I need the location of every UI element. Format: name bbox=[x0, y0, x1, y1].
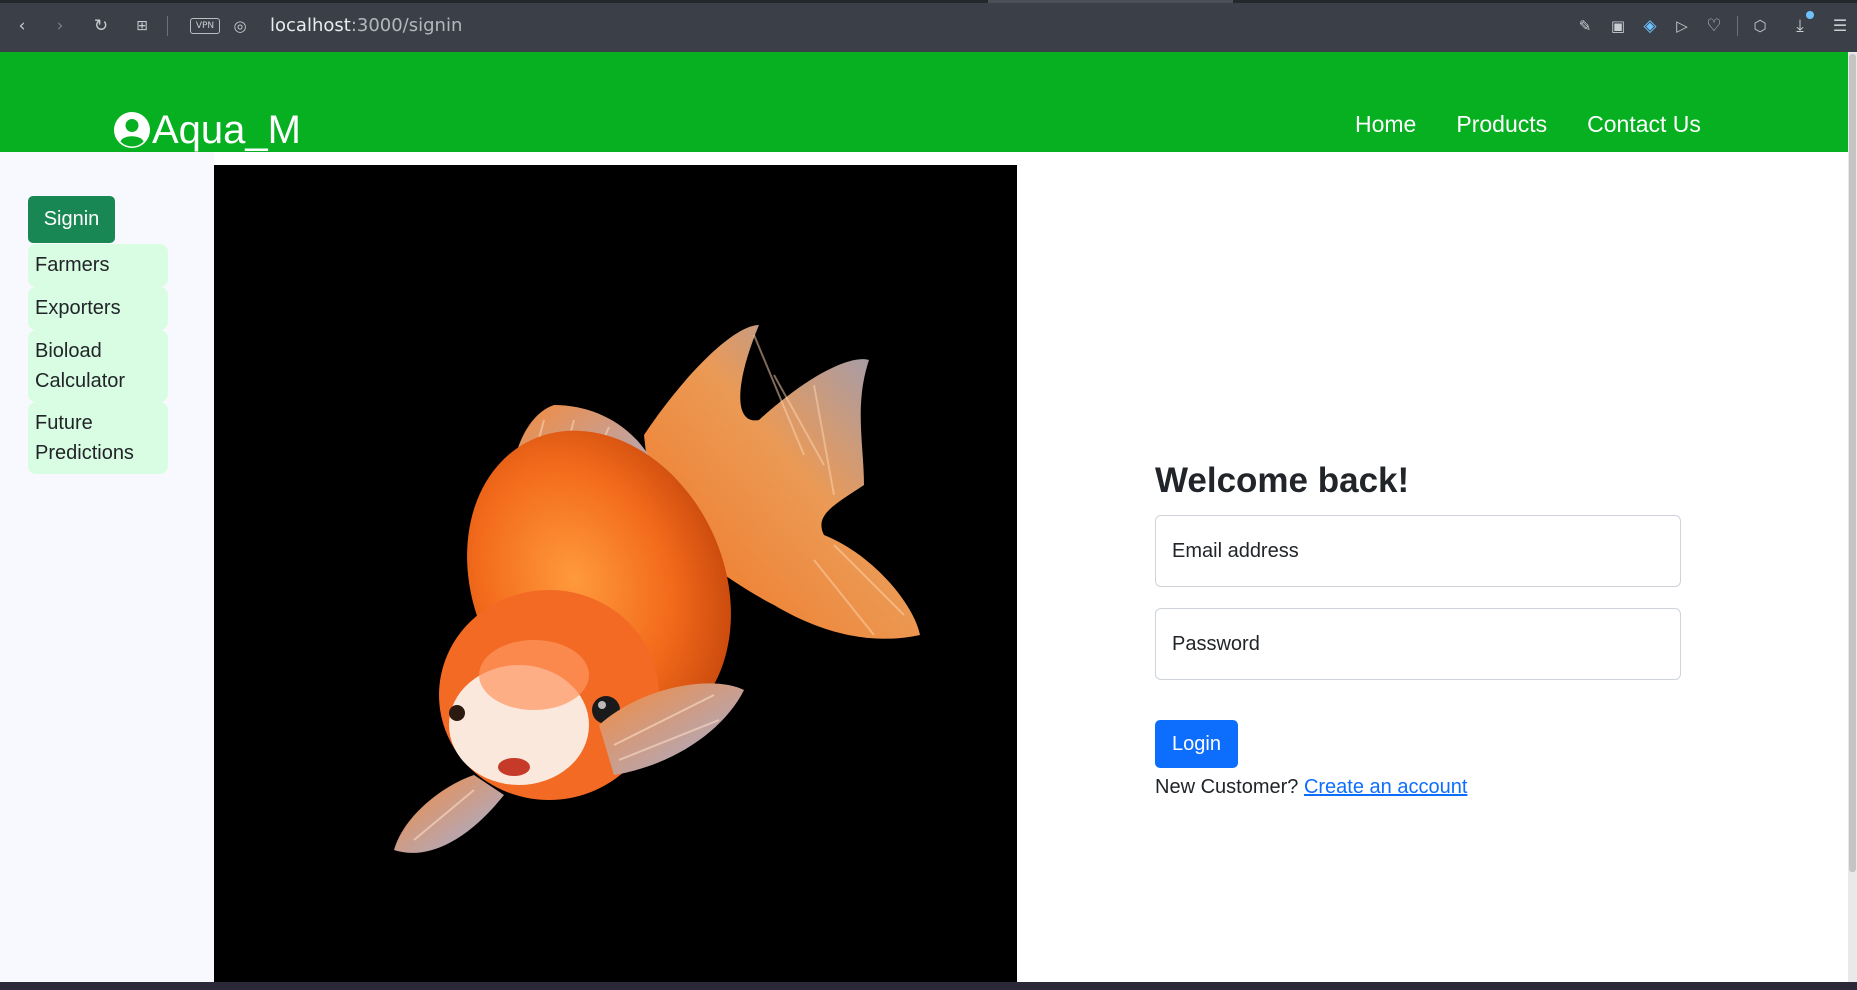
download-indicator-dot bbox=[1806, 11, 1814, 19]
url-host: localhost bbox=[270, 15, 351, 36]
nav-products[interactable]: Products bbox=[1456, 104, 1547, 144]
welcome-heading: Welcome back! bbox=[1155, 461, 1410, 500]
sidebar-item-farmers[interactable]: Farmers bbox=[28, 244, 168, 287]
back-icon[interactable]: ‹ bbox=[10, 14, 34, 38]
sidebar-signin-button[interactable]: Signin bbox=[28, 196, 115, 243]
camera-icon[interactable]: ▣ bbox=[1606, 14, 1630, 38]
page: Aqua_M Home Products Contact Us Signin F… bbox=[0, 52, 1848, 982]
new-customer-label: New Customer? bbox=[1155, 776, 1299, 798]
share-icon[interactable]: ✎ bbox=[1573, 14, 1597, 38]
toolbar-divider bbox=[1737, 16, 1738, 36]
navbar: Aqua_M Home Products Contact Us bbox=[0, 52, 1848, 152]
nav-links: Home Products Contact Us bbox=[1355, 104, 1741, 144]
toolbar-divider bbox=[167, 16, 168, 36]
globe-icon[interactable]: ◎ bbox=[228, 14, 252, 38]
password-field[interactable]: Password bbox=[1155, 608, 1681, 680]
brand[interactable]: Aqua_M bbox=[114, 100, 301, 160]
nav-contact-us[interactable]: Contact Us bbox=[1587, 104, 1701, 144]
address-bar[interactable]: localhost:3000/signin bbox=[270, 15, 462, 37]
goldfish-illustration bbox=[394, 325, 920, 853]
tabs-grid-icon[interactable]: ⊞ bbox=[130, 14, 154, 38]
sidebar-item-bioload-calculator[interactable]: Bioload Calculator bbox=[28, 330, 168, 402]
user-circle-icon bbox=[114, 112, 150, 148]
login-button[interactable]: Login bbox=[1155, 720, 1238, 768]
nav-home[interactable]: Home bbox=[1355, 104, 1416, 144]
brand-name: Aqua_M bbox=[152, 108, 301, 152]
send-icon[interactable]: ▷ bbox=[1670, 14, 1694, 38]
url-path: :3000/signin bbox=[350, 15, 463, 36]
active-tab-indicator[interactable] bbox=[988, 0, 1233, 3]
email-field[interactable]: Email address bbox=[1155, 515, 1681, 587]
shield-icon[interactable]: ◈ bbox=[1638, 14, 1662, 38]
create-account-link[interactable]: Create an account bbox=[1304, 776, 1467, 798]
sidebar-item-exporters[interactable]: Exporters bbox=[28, 287, 168, 330]
heart-icon[interactable]: ♡ bbox=[1702, 14, 1726, 38]
login-form: Welcome back! Email address Password Log… bbox=[1155, 459, 1681, 798]
reload-icon[interactable]: ↻ bbox=[89, 14, 113, 38]
browser-toolbar: ‹ › ↻ ⊞ VPN ◎ localhost:3000/signin ✎ ▣ … bbox=[0, 0, 1857, 52]
tab-strip bbox=[0, 0, 1857, 3]
page-scrollbar[interactable] bbox=[1848, 52, 1857, 982]
hero-image-goldfish bbox=[214, 165, 1017, 982]
cube-icon[interactable]: ⬡ bbox=[1748, 14, 1772, 38]
scrollbar-thumb[interactable] bbox=[1849, 54, 1856, 872]
sidebar-item-future-predictions[interactable]: Future Predictions bbox=[28, 402, 168, 474]
taskbar-strip bbox=[0, 982, 1857, 990]
vpn-badge[interactable]: VPN bbox=[190, 18, 220, 34]
forward-icon[interactable]: › bbox=[48, 14, 72, 38]
settings-sliders-icon[interactable]: ☰ bbox=[1828, 14, 1852, 38]
new-customer-text: New Customer? Create an account bbox=[1155, 772, 1467, 802]
